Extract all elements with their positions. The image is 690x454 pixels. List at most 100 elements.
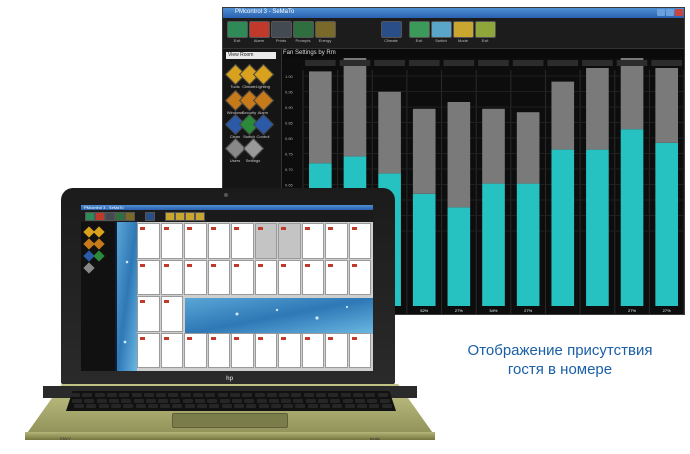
room-cell[interactable] <box>207 223 230 259</box>
toolbar-button-label: Exit <box>415 38 423 43</box>
bar-occupied-5 <box>447 207 471 306</box>
close-button[interactable] <box>675 9 683 16</box>
toolbar-button-9[interactable] <box>453 21 474 38</box>
menu-alarm-icon[interactable] <box>252 89 275 112</box>
beats-label: beats <box>370 436 380 441</box>
room-cell[interactable] <box>137 332 160 368</box>
room-cell[interactable] <box>254 332 277 368</box>
room-cell[interactable] <box>137 223 160 259</box>
bar-bottom-label: 27% <box>663 308 671 313</box>
room-cell[interactable] <box>278 332 301 368</box>
laptop-menu-icon[interactable] <box>93 226 105 238</box>
room-cell[interactable] <box>184 259 207 295</box>
keyboard-key <box>110 404 121 408</box>
keyboard-key <box>147 404 158 408</box>
room-cell[interactable] <box>301 332 324 368</box>
toolbar-button-label: Mode <box>457 38 468 43</box>
bar-occupied-6 <box>482 183 505 306</box>
room-cell[interactable] <box>348 259 371 295</box>
view-dropdown[interactable]: View Room <box>226 52 276 59</box>
laptop-menu-icon[interactable] <box>93 250 105 262</box>
toolbar-button-7[interactable] <box>409 21 430 38</box>
occupancy-flag-icon <box>187 227 192 230</box>
laptop-menu-icon[interactable] <box>93 238 105 250</box>
keyboard-key <box>242 393 253 397</box>
room-cell[interactable] <box>184 332 207 368</box>
laptop-toolbar-button[interactable] <box>115 212 125 221</box>
room-cell[interactable] <box>184 223 207 259</box>
toolbar-button-6[interactable] <box>381 21 402 38</box>
laptop-menu-icon[interactable] <box>83 262 95 274</box>
room-cell[interactable] <box>231 259 254 295</box>
bar-remaining-8 <box>551 81 575 150</box>
maximize-button[interactable] <box>666 9 674 16</box>
keyboard-key <box>379 398 390 403</box>
toolbar-button-8[interactable] <box>431 21 452 38</box>
hp-logo: hp <box>226 376 234 382</box>
toolbar-button-2[interactable] <box>249 21 270 38</box>
menu-control-icon[interactable] <box>252 113 275 136</box>
room-cell[interactable] <box>160 332 183 368</box>
room-cell[interactable] <box>231 223 254 259</box>
room-cell[interactable] <box>278 223 301 259</box>
column-header <box>512 60 544 66</box>
room-cell[interactable] <box>231 332 254 368</box>
minimize-button[interactable] <box>657 9 665 16</box>
laptop-toolbar-button[interactable] <box>125 212 135 221</box>
occupancy-flag-icon <box>351 227 357 230</box>
laptop-toolbar-button[interactable] <box>145 212 155 221</box>
keyboard-key <box>197 404 207 408</box>
room-cell[interactable] <box>137 296 160 332</box>
laptop-toolbar-button[interactable] <box>195 212 205 221</box>
keyboard-key <box>258 404 269 408</box>
toolbar-button-1[interactable] <box>227 21 248 38</box>
keyboard-key <box>229 393 240 397</box>
room-cell[interactable] <box>325 223 348 259</box>
keyboard-key <box>352 393 363 397</box>
caption: Отображение присутствия гостя в номере <box>430 341 690 379</box>
y-tick-label: 0.80 <box>285 136 294 141</box>
room-cell[interactable] <box>207 332 230 368</box>
toolbar-button-3[interactable] <box>271 21 292 38</box>
room-cell[interactable] <box>160 259 183 295</box>
room-cell[interactable] <box>254 259 277 295</box>
keyboard-key <box>143 393 154 397</box>
window-titlebar: PMcontrol 3 - SeMaTo <box>223 8 684 18</box>
bar-occupied-10 <box>620 129 644 306</box>
room-cell[interactable] <box>160 296 183 332</box>
bar-bottom-label: 27% <box>524 308 532 313</box>
laptop-toolbar-button[interactable] <box>175 212 185 221</box>
room-cell[interactable] <box>137 259 160 295</box>
laptop-toolbar-button[interactable] <box>85 212 95 221</box>
room-cell[interactable] <box>348 223 371 259</box>
column-header <box>443 60 475 66</box>
menu-settings-icon[interactable] <box>242 137 265 160</box>
room-cell[interactable] <box>301 259 324 295</box>
keyboard-key <box>98 404 109 408</box>
keyboard-key <box>303 393 314 397</box>
keyboard-key <box>305 398 316 403</box>
occupancy-flag-icon <box>234 336 239 340</box>
room-cell[interactable] <box>254 223 277 259</box>
laptop-toolbar-button[interactable] <box>105 212 115 221</box>
room-cell[interactable] <box>160 223 183 259</box>
bar-bottom-label: 52% <box>420 308 428 313</box>
toolbar-button-10[interactable] <box>475 21 496 38</box>
keyboard-key <box>133 398 144 403</box>
room-cell[interactable] <box>278 259 301 295</box>
laptop-toolbar-button[interactable] <box>185 212 195 221</box>
laptop-toolbar-button[interactable] <box>165 212 175 221</box>
occupancy-flag-icon <box>210 336 216 340</box>
laptop-toolbar-button[interactable] <box>95 212 105 221</box>
room-cell[interactable] <box>207 259 230 295</box>
toolbar-button-4[interactable] <box>293 21 314 38</box>
keyboard-key <box>168 393 179 397</box>
menu-lighting-icon[interactable] <box>252 63 275 86</box>
toolbar-button-5[interactable] <box>315 21 336 38</box>
bar-bottom-label: 27% <box>628 308 636 313</box>
room-cell[interactable] <box>325 259 348 295</box>
room-cell[interactable] <box>301 223 324 259</box>
room-cell[interactable] <box>325 332 348 368</box>
toolbar-button-label: Energy <box>318 38 332 43</box>
room-cell[interactable] <box>348 332 371 368</box>
